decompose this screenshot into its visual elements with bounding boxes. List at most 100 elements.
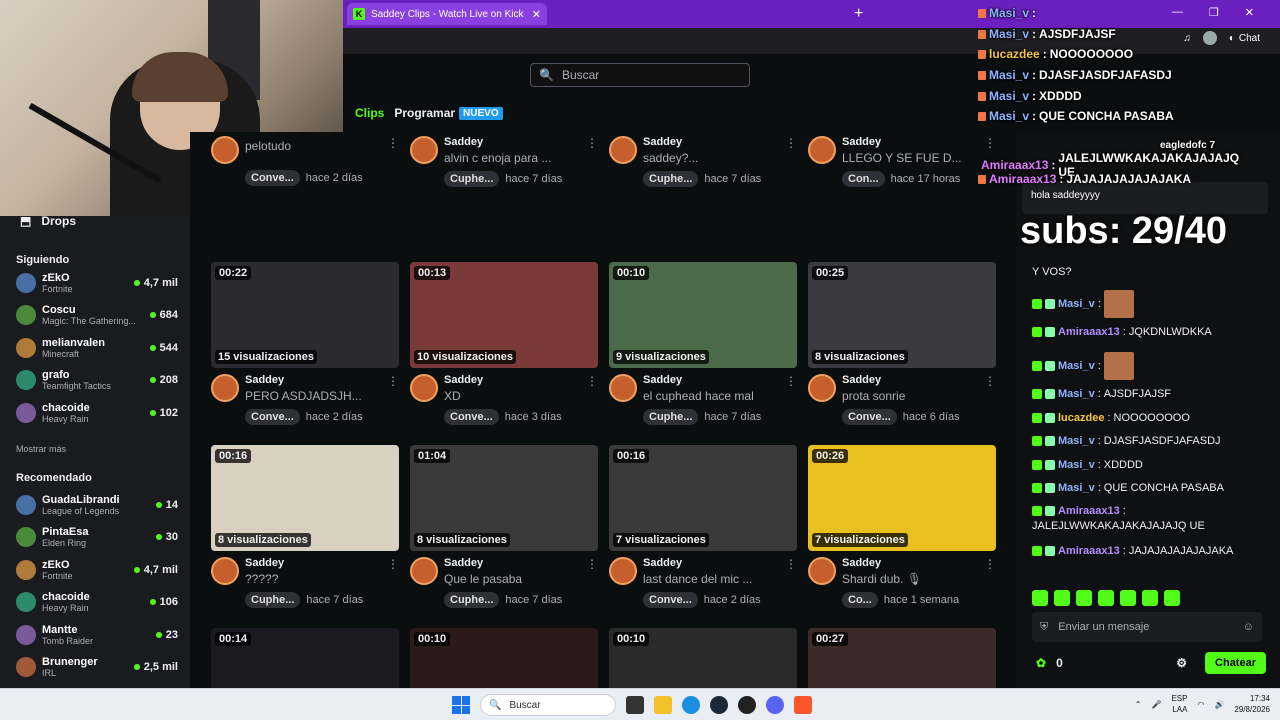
settings-gear-icon[interactable]: ⚙ (1176, 656, 1187, 670)
category-pill[interactable]: Cuphe... (444, 171, 500, 187)
more-options-icon[interactable]: ⋮ (785, 374, 797, 388)
category-pill[interactable]: Con... (842, 171, 885, 187)
clip-thumbnail[interactable]: 00:13 10 visualizaciones (410, 262, 598, 368)
channel-avatar[interactable] (808, 557, 836, 585)
chevron-up-icon[interactable]: ⌃ (1135, 700, 1142, 709)
clip-card[interactable]: pelotudo ⋮ Conve... hace 2 días (211, 132, 399, 186)
clip-card[interactable]: 00:14 (211, 628, 399, 688)
copilot-chat-button[interactable]: ◐ Chat (1229, 33, 1260, 44)
clip-thumbnail[interactable]: 00:22 15 visualizaciones (211, 262, 399, 368)
chat-input[interactable]: ⛨ Enviar un mensaje ☺ (1032, 612, 1262, 642)
category-pill[interactable]: Co... (842, 592, 878, 608)
clip-channel[interactable]: Saddey (643, 557, 779, 569)
category-pill[interactable]: Cuphe... (245, 592, 301, 608)
sidebar-item-brunenger[interactable]: Brunenger IRL 2,5 mil (16, 652, 178, 682)
clip-title[interactable]: ????? (245, 572, 381, 586)
taskbar-search[interactable]: 🔍 Buscar (480, 694, 616, 716)
emote-icon[interactable] (1032, 590, 1048, 606)
clip-thumbnail[interactable]: 00:27 (808, 628, 996, 688)
channel-avatar[interactable] (211, 557, 239, 585)
clip-thumbnail[interactable]: 00:10 9 visualizaciones (609, 262, 797, 368)
tab-clips[interactable]: Clips (355, 106, 384, 120)
maximize-icon[interactable]: ❐ (1209, 6, 1219, 19)
more-options-icon[interactable]: ⋮ (387, 557, 399, 571)
more-options-icon[interactable]: ⋮ (586, 557, 598, 571)
category-pill[interactable]: Cuphe... (444, 592, 500, 608)
chat-username[interactable]: lucazdee (1058, 412, 1104, 424)
address-bar[interactable] (343, 28, 1280, 54)
chat-username[interactable]: Masi_v (1058, 435, 1095, 447)
sidebar-item-chacoide[interactable]: chacoide Heavy Rain 102 (16, 398, 178, 428)
clip-title[interactable]: prota sonrie (842, 389, 978, 403)
chat-username[interactable]: Masi_v (1058, 298, 1095, 310)
category-pill[interactable]: Cuphe... (643, 171, 699, 187)
category-pill[interactable]: Conve... (245, 170, 300, 186)
channel-avatar[interactable] (410, 136, 438, 164)
clip-card[interactable]: 00:27 (808, 628, 996, 688)
search-input[interactable]: 🔍 Buscar (530, 63, 750, 87)
clip-title[interactable]: Que le pasaba (444, 572, 580, 586)
clip-thumbnail[interactable]: 00:16 7 visualizaciones (609, 445, 797, 551)
clip-card[interactable]: 00:16 8 visualizaciones Saddey????? ⋮ Cuphe.… (211, 445, 399, 608)
obs-icon[interactable] (738, 696, 756, 714)
wifi-icon[interactable]: ◠ (1197, 700, 1204, 709)
clip-channel[interactable]: Saddey (842, 136, 978, 148)
chat-username[interactable]: Masi_v (1058, 360, 1095, 372)
terminal-icon[interactable] (626, 696, 644, 714)
clip-channel[interactable]: Saddey (444, 557, 580, 569)
close-window-icon[interactable]: ✕ (1245, 6, 1254, 19)
chat-username[interactable]: Amiraaax13 (1058, 505, 1120, 517)
music-icon[interactable]: ♫ (1183, 33, 1191, 44)
more-options-icon[interactable]: ⋮ (387, 374, 399, 388)
chat-username[interactable]: Amiraaax13 (1058, 545, 1120, 557)
emote-icon[interactable] (1054, 590, 1070, 606)
more-options-icon[interactable]: ⋮ (586, 136, 598, 150)
clip-title[interactable]: saddey?... (643, 151, 779, 165)
steam-icon[interactable] (710, 696, 728, 714)
more-options-icon[interactable]: ⋮ (984, 136, 996, 150)
more-options-icon[interactable]: ⋮ (785, 557, 797, 571)
mic-icon[interactable]: 🎤 (1151, 700, 1161, 709)
clip-thumbnail[interactable]: 00:25 8 visualizaciones (808, 262, 996, 368)
chat-username[interactable]: Masi_v (1058, 388, 1095, 400)
minimize-icon[interactable]: — (1172, 6, 1183, 19)
channel-avatar[interactable] (609, 136, 637, 164)
chat-username[interactable]: Amiraaax13 (1058, 326, 1120, 338)
channel-avatar[interactable] (211, 374, 239, 402)
clip-title[interactable]: last dance del mic ... (643, 572, 779, 586)
sidebar-item-melianvalen[interactable]: melianvalen Minecraft 544 (16, 333, 178, 363)
more-options-icon[interactable]: ⋮ (586, 374, 598, 388)
file-explorer-icon[interactable] (654, 696, 672, 714)
clip-card[interactable]: 00:26 7 visualizaciones Saddey Shardi dub. … (808, 445, 996, 608)
emote-icon[interactable] (1164, 590, 1180, 606)
discord-icon[interactable] (766, 696, 784, 714)
clip-channel[interactable]: Saddey (842, 557, 978, 569)
clip-card[interactable]: 00:25 8 visualizaciones Saddey prota sonrie… (808, 262, 996, 425)
category-pill[interactable]: Conve... (842, 409, 897, 425)
emote-icon[interactable] (1076, 590, 1092, 606)
more-options-icon[interactable]: ⋮ (984, 557, 996, 571)
clip-card[interactable]: 34 visualizacionesSaddeysaddey?...⋮Cuphe… (609, 132, 797, 187)
sidebar-item-coscu[interactable]: Coscu Magic: The Gathering... 684 (16, 300, 178, 330)
chat-username[interactable]: Masi_v (1058, 459, 1095, 471)
clip-thumbnail[interactable]: 00:16 8 visualizaciones (211, 445, 399, 551)
clip-card[interactable]: 00:10 9 visualizaciones Saddey el cuphead h… (609, 262, 797, 425)
clip-channel[interactable]: Saddey (245, 374, 381, 386)
category-pill[interactable]: Cuphe... (643, 409, 699, 425)
close-tab-icon[interactable]: ✕ (532, 8, 541, 21)
clip-card[interactable]: 01:04 8 visualizaciones Saddey Que le pasab… (410, 445, 598, 608)
chat-username[interactable]: Masi_v (1058, 482, 1095, 494)
clip-channel[interactable]: Saddey (643, 136, 779, 148)
language-indicator[interactable]: ESP LAA (1171, 693, 1187, 715)
clip-channel[interactable]: Saddey (643, 374, 779, 386)
clip-thumbnail[interactable]: 00:10 (410, 628, 598, 688)
channel-avatar[interactable] (609, 557, 637, 585)
drops-link[interactable]: ⬒ Drops (20, 214, 76, 228)
emote-icon[interactable] (1098, 590, 1114, 606)
channel-avatar[interactable] (808, 374, 836, 402)
new-tab-icon[interactable]: + (854, 5, 863, 23)
channel-avatar[interactable] (410, 374, 438, 402)
more-options-icon[interactable]: ⋮ (984, 374, 996, 388)
clip-thumbnail[interactable]: 00:26 7 visualizaciones (808, 445, 996, 551)
profile-avatar[interactable] (1202, 31, 1217, 45)
